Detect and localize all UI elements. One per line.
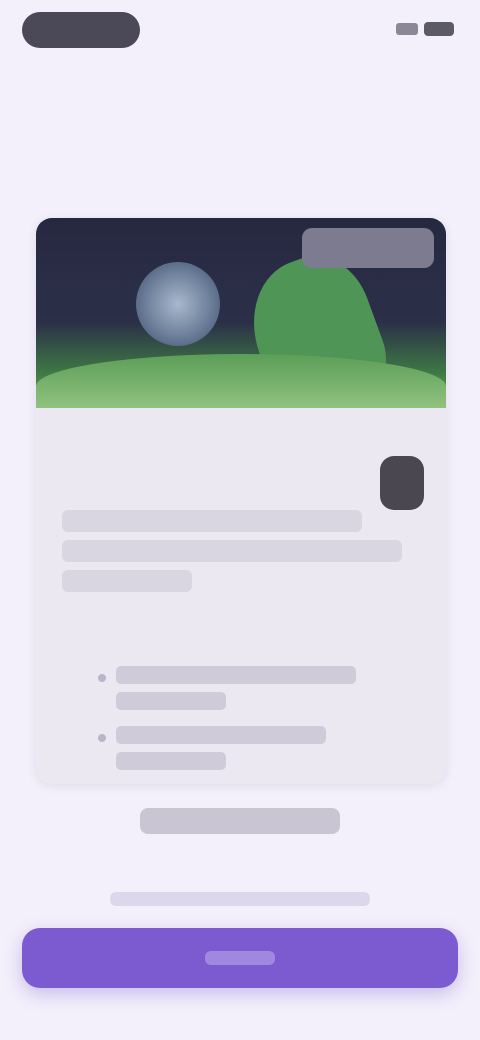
hero-moon-shape	[136, 262, 220, 346]
text-line	[62, 570, 192, 592]
status-time-pill	[22, 12, 140, 48]
primary-button[interactable]	[22, 928, 458, 988]
list-item	[98, 666, 420, 710]
status-icons	[396, 22, 454, 36]
page-title	[40, 132, 440, 172]
hero-image	[36, 218, 446, 408]
primary-button-label	[205, 951, 275, 965]
list-item-text	[116, 726, 420, 770]
text-line	[116, 726, 326, 744]
card-heading	[62, 466, 420, 496]
text-line	[116, 666, 356, 684]
bullet-icon	[98, 674, 106, 682]
text-line	[62, 510, 362, 532]
list-item	[98, 726, 420, 770]
bullet-list	[62, 666, 420, 770]
content-card[interactable]	[36, 218, 446, 784]
text-line	[62, 540, 402, 562]
text-line	[116, 752, 226, 770]
footer-note	[110, 892, 370, 906]
avatar[interactable]	[380, 456, 424, 510]
text-line	[116, 692, 226, 710]
card-body	[36, 428, 446, 770]
signal-icon	[396, 23, 418, 35]
card-meta	[62, 428, 172, 448]
list-item-text	[116, 666, 420, 710]
hero-badge	[302, 228, 434, 268]
bullet-icon	[98, 734, 106, 742]
card-description	[62, 510, 420, 592]
status-bar	[0, 0, 480, 64]
header-subtitle	[36, 76, 296, 100]
secondary-link[interactable]	[140, 808, 340, 834]
battery-icon	[424, 22, 454, 36]
section-label	[62, 628, 272, 648]
